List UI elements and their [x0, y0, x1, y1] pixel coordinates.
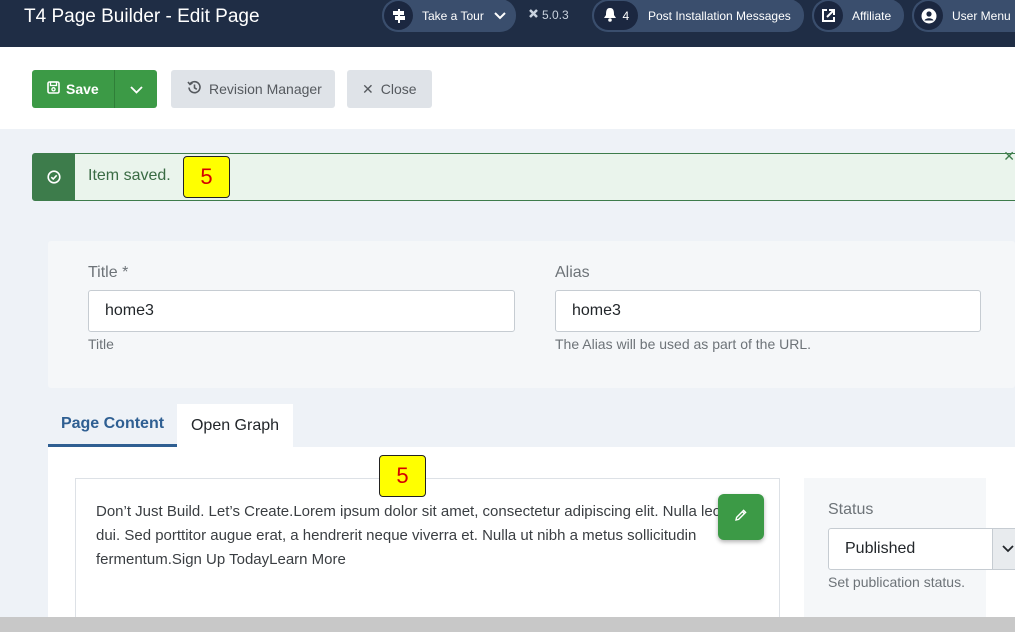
- chevron-down-icon[interactable]: [992, 529, 1015, 569]
- close-alert-icon[interactable]: ✕: [1003, 148, 1015, 165]
- close-icon: ✕: [362, 80, 374, 97]
- user-icon: [914, 1, 943, 30]
- status-label: Status: [828, 501, 874, 518]
- bell-icon: [603, 7, 617, 25]
- save-icon: [47, 81, 66, 97]
- page-title: T4 Page Builder - Edit Page: [24, 6, 260, 27]
- close-button[interactable]: ✕ Close: [347, 70, 432, 108]
- messages-label: Post Installation Messages: [648, 8, 791, 23]
- alias-label: Alias: [555, 264, 590, 281]
- title-hint: Title: [88, 336, 114, 352]
- tab-open-graph[interactable]: Open Graph: [177, 404, 293, 447]
- external-link-icon: [814, 1, 843, 30]
- tab-page-content[interactable]: Page Content: [48, 404, 177, 447]
- joomla-icon: [528, 8, 539, 22]
- alias-input[interactable]: home3: [555, 290, 981, 332]
- affiliate-label: Affiliate: [852, 8, 892, 23]
- save-options-toggle[interactable]: [114, 70, 157, 108]
- affiliate-button[interactable]: Affiliate: [812, 0, 904, 32]
- alert-message: Item saved.: [88, 167, 171, 184]
- alias-hint: The Alias will be used as part of the UR…: [555, 336, 812, 352]
- close-label: Close: [380, 81, 417, 97]
- check-circle-icon: [33, 154, 75, 200]
- page-content-editor[interactable]: Don’t Just Build. Let’s Create.Lorem ips…: [75, 478, 780, 618]
- history-icon: [187, 80, 209, 98]
- editor-content: Don’t Just Build. Let’s Create.Lorem ips…: [96, 503, 722, 568]
- notification-group: 4: [594, 1, 638, 30]
- take-a-tour-button[interactable]: Take a Tour: [382, 0, 516, 32]
- tour-label: Take a Tour: [422, 8, 484, 23]
- version-info: 5.0.3: [528, 8, 569, 22]
- title-label: Title *: [88, 264, 129, 281]
- annotation-badge: 5: [379, 455, 426, 497]
- user-menu-button[interactable]: User Menu: [912, 0, 1015, 32]
- revision-label: Revision Manager: [209, 81, 322, 97]
- save-label: Save: [66, 81, 99, 97]
- user-menu-label: User Menu: [952, 8, 1011, 23]
- pencil-icon: [734, 508, 748, 527]
- app-header: T4 Page Builder - Edit Page Take a Tour …: [0, 0, 1015, 47]
- horizontal-scrollbar[interactable]: [0, 617, 1015, 632]
- title-input[interactable]: home3: [88, 290, 515, 332]
- status-hint: Set publication status.: [828, 574, 965, 590]
- toolbar: Save Revision Manager ✕ Close: [0, 47, 1015, 129]
- edit-content-button[interactable]: [718, 494, 764, 540]
- save-button[interactable]: Save: [32, 70, 115, 108]
- status-select[interactable]: Published: [828, 528, 1015, 570]
- version-number: 5.0.3: [542, 8, 569, 22]
- signpost-icon: [384, 1, 413, 30]
- post-installation-messages-button[interactable]: 4 Post Installation Messages: [592, 0, 804, 32]
- annotation-badge: 5: [183, 156, 230, 198]
- revision-manager-button[interactable]: Revision Manager: [171, 70, 335, 108]
- notification-count: 4: [622, 8, 630, 23]
- chevron-down-icon: [494, 9, 506, 23]
- chevron-down-icon: [129, 81, 143, 97]
- success-alert: Item saved. ✕: [32, 148, 1015, 201]
